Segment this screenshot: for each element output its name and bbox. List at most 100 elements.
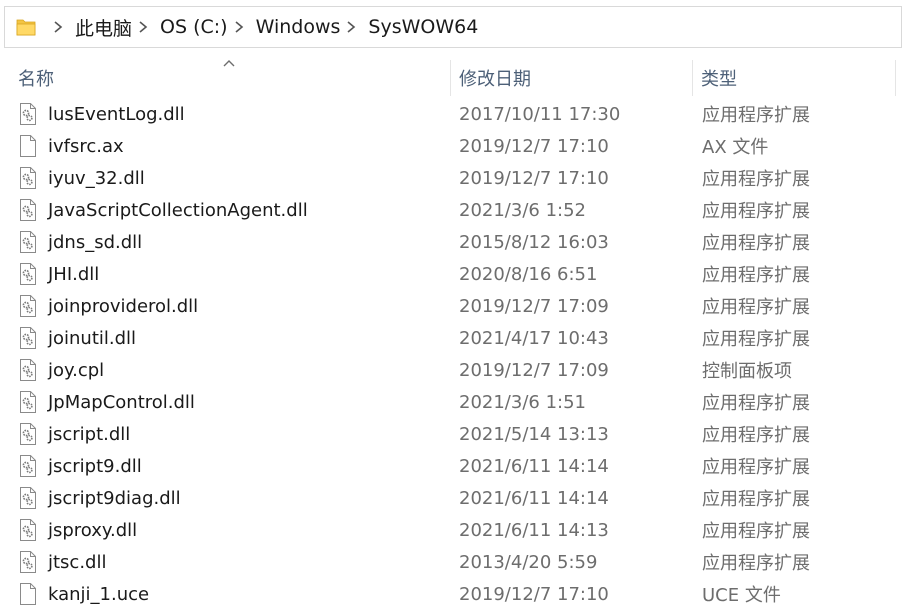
file-name: JHI.dll <box>48 263 100 285</box>
file-row[interactable]: jscript9diag.dll 2021/6/11 14:14 应用程序扩展 <box>0 482 903 514</box>
file-name-cell: jdns_sd.dll <box>18 226 142 258</box>
file-row[interactable]: jscript.dll 2021/5/14 13:13 应用程序扩展 <box>0 418 903 450</box>
file-name: jscript9.dll <box>48 455 142 477</box>
breadcrumb: 此电脑 OS (C:) Windows SysWOW64 <box>47 14 478 41</box>
file-name-cell: kanji_1.uce <box>18 578 149 610</box>
file-type: 应用程序扩展 <box>702 201 810 222</box>
dll-icon <box>20 231 36 253</box>
dll-icon <box>20 487 36 509</box>
file-date-modified: 2019/12/7 17:09 <box>459 295 609 317</box>
file-name-cell: jtsc.dll <box>18 546 106 578</box>
chevron-right-icon[interactable] <box>51 20 65 34</box>
file-name: jscript9diag.dll <box>48 487 181 509</box>
dll-icon <box>20 167 36 189</box>
dll-icon <box>20 519 36 541</box>
file-type: 应用程序扩展 <box>702 457 810 478</box>
chevron-right-icon[interactable] <box>136 20 150 34</box>
dll-icon <box>20 103 36 125</box>
file-row[interactable]: jsproxy.dll 2021/6/11 14:13 应用程序扩展 <box>0 514 903 546</box>
file-name: JpMapControl.dll <box>48 391 195 413</box>
file-type: 控制面板项 <box>702 361 792 382</box>
file-date-modified: 2021/5/14 13:13 <box>459 423 609 445</box>
file-name-cell: jscript.dll <box>18 418 130 450</box>
file-row[interactable]: jdns_sd.dll 2015/8/12 16:03 应用程序扩展 <box>0 226 903 258</box>
dll-icon <box>20 391 36 413</box>
column-header-type[interactable]: 类型 <box>693 58 895 98</box>
file-row[interactable]: iyuv_32.dll 2019/12/7 17:10 应用程序扩展 <box>0 162 903 194</box>
file-name-cell: joinutil.dll <box>18 322 136 354</box>
file-row[interactable]: ivfsrc.ax 2019/12/7 17:10 AX 文件 <box>0 130 903 162</box>
file-row[interactable]: joinutil.dll 2021/4/17 10:43 应用程序扩展 <box>0 322 903 354</box>
dll-icon <box>20 263 36 285</box>
column-header-date-modified[interactable]: 修改日期 <box>451 58 692 98</box>
blank-file-icon <box>20 135 36 157</box>
file-type: 应用程序扩展 <box>702 297 810 318</box>
file-name-cell: jsproxy.dll <box>18 514 137 546</box>
dll-icon <box>20 551 36 573</box>
file-date-modified: 2015/8/12 16:03 <box>459 231 609 253</box>
file-name: jscript.dll <box>48 423 131 445</box>
file-explorer-window: 此电脑 OS (C:) Windows SysWOW64 名称 修改日期 类型 lus… <box>0 0 903 615</box>
breadcrumb-item[interactable]: OS (C:) <box>160 16 228 38</box>
file-date-modified: 2021/6/11 14:14 <box>459 455 609 477</box>
file-name: kanji_1.uce <box>48 583 150 605</box>
folder-icon <box>16 19 36 36</box>
file-name-cell: joy.cpl <box>18 354 104 386</box>
file-row[interactable]: jtsc.dll 2013/4/20 5:59 应用程序扩展 <box>0 546 903 578</box>
file-type: 应用程序扩展 <box>702 521 810 542</box>
file-name: joinproviderol.dll <box>48 295 199 317</box>
file-name-cell: iyuv_32.dll <box>18 162 145 194</box>
file-name-cell: JpMapControl.dll <box>18 386 195 418</box>
file-date-modified: 2021/6/11 14:14 <box>459 487 609 509</box>
column-divider[interactable] <box>895 60 896 96</box>
dll-icon <box>20 455 36 477</box>
file-name: joy.cpl <box>48 359 105 381</box>
file-type: 应用程序扩展 <box>702 425 810 446</box>
file-name: iyuv_32.dll <box>48 167 145 189</box>
chevron-right-icon[interactable] <box>232 20 246 34</box>
file-date-modified: 2019/12/7 17:10 <box>459 135 609 157</box>
file-date-modified: 2019/12/7 17:10 <box>459 583 609 605</box>
file-name: ivfsrc.ax <box>48 135 124 157</box>
file-row[interactable]: lusEventLog.dll 2017/10/11 17:30 应用程序扩展 <box>0 98 903 130</box>
file-name-cell: JHI.dll <box>18 258 99 290</box>
column-header-name[interactable]: 名称 <box>10 58 450 98</box>
breadcrumb-item[interactable]: 此电脑 <box>75 14 132 41</box>
address-bar[interactable]: 此电脑 OS (C:) Windows SysWOW64 <box>4 6 902 48</box>
chevron-right-icon[interactable] <box>344 20 358 34</box>
dll-icon <box>20 359 36 381</box>
file-name-cell: jscript9diag.dll <box>18 482 181 514</box>
dll-icon <box>20 295 36 317</box>
file-date-modified: 2020/8/16 6:51 <box>459 263 598 285</box>
file-name: joinutil.dll <box>48 327 137 349</box>
file-type: UCE 文件 <box>702 585 781 606</box>
file-date-modified: 2021/6/11 14:13 <box>459 519 609 541</box>
file-row[interactable]: jscript9.dll 2021/6/11 14:14 应用程序扩展 <box>0 450 903 482</box>
breadcrumb-item[interactable]: SysWOW64 <box>368 16 478 38</box>
file-date-modified: 2021/3/6 1:52 <box>459 199 586 221</box>
file-date-modified: 2017/10/11 17:30 <box>459 103 621 125</box>
file-date-modified: 2021/4/17 10:43 <box>459 327 609 349</box>
dll-icon <box>20 327 36 349</box>
file-name-cell: lusEventLog.dll <box>18 98 185 130</box>
file-type: 应用程序扩展 <box>702 393 810 414</box>
dll-icon <box>20 199 36 221</box>
dll-icon <box>20 423 36 445</box>
file-name-cell: ivfsrc.ax <box>18 130 124 162</box>
file-row[interactable]: joinproviderol.dll 2019/12/7 17:09 应用程序扩展 <box>0 290 903 322</box>
file-type: 应用程序扩展 <box>702 489 810 510</box>
file-row[interactable]: joy.cpl 2019/12/7 17:09 控制面板项 <box>0 354 903 386</box>
file-name-cell: jscript9.dll <box>18 450 142 482</box>
breadcrumb-item[interactable]: Windows <box>256 16 341 38</box>
file-name-cell: JavaScriptCollectionAgent.dll <box>18 194 308 226</box>
file-type: 应用程序扩展 <box>702 329 810 350</box>
file-date-modified: 2019/12/7 17:09 <box>459 359 609 381</box>
file-type: 应用程序扩展 <box>702 169 810 190</box>
file-row[interactable]: JavaScriptCollectionAgent.dll 2021/3/6 1:… <box>0 194 903 226</box>
file-row[interactable]: kanji_1.uce 2019/12/7 17:10 UCE 文件 <box>0 578 903 610</box>
file-name: jsproxy.dll <box>48 519 138 541</box>
file-name: lusEventLog.dll <box>48 103 185 125</box>
file-row[interactable]: JpMapControl.dll 2021/3/6 1:51 应用程序扩展 <box>0 386 903 418</box>
file-date-modified: 2013/4/20 5:59 <box>459 551 598 573</box>
file-row[interactable]: JHI.dll 2020/8/16 6:51 应用程序扩展 <box>0 258 903 290</box>
